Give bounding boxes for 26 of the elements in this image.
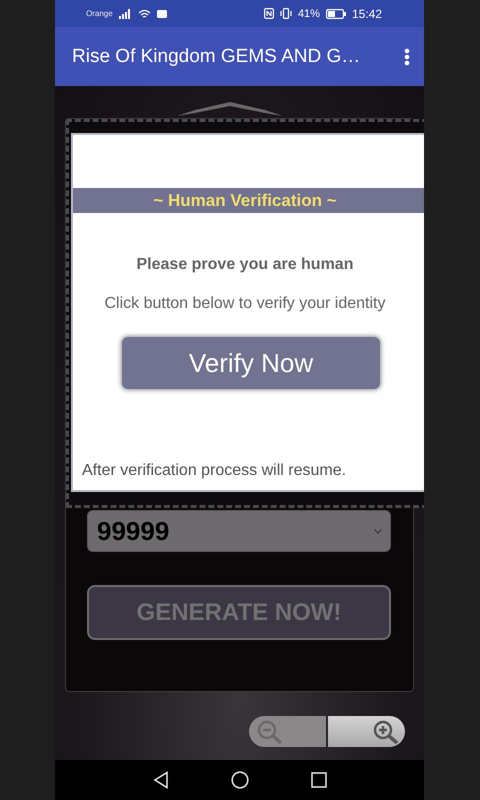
verify-button[interactable]: Verify Now — [122, 337, 380, 389]
zoom-out-button[interactable] — [249, 716, 326, 747]
nfc-icon — [264, 8, 274, 19]
zoom-out-icon — [257, 720, 283, 744]
wifi-icon — [138, 8, 151, 18]
footer-text: After verification process will resume. — [82, 462, 348, 480]
zoom-in-button[interactable] — [328, 716, 405, 747]
dialog-heading: ~ Human Verification ~ — [73, 188, 424, 213]
chevron-icon — [374, 528, 382, 534]
home-icon[interactable] — [230, 771, 248, 789]
notification-icon — [156, 8, 167, 18]
battery-percentage: 41% — [298, 8, 320, 20]
instruction-text: Click button below to verify your identity — [103, 295, 386, 313]
battery-icon — [326, 8, 346, 18]
signal-icon — [118, 8, 132, 18]
app-title: Rise Of Kingdom GEMS AND G… — [72, 46, 362, 68]
amount-dropdown[interactable]: 99999 — [87, 510, 391, 552]
back-icon[interactable] — [152, 771, 168, 789]
clock-time: 15:42 — [352, 6, 382, 20]
overflow-menu-icon[interactable] — [404, 48, 410, 66]
carrier-name: Orange — [86, 9, 113, 18]
vibrate-icon — [280, 8, 292, 19]
recents-icon[interactable] — [310, 772, 326, 788]
generate-button[interactable]: GENERATE NOW! — [87, 585, 391, 640]
prompt-text: Please prove you are human — [136, 256, 354, 274]
zoom-in-icon — [373, 720, 399, 744]
